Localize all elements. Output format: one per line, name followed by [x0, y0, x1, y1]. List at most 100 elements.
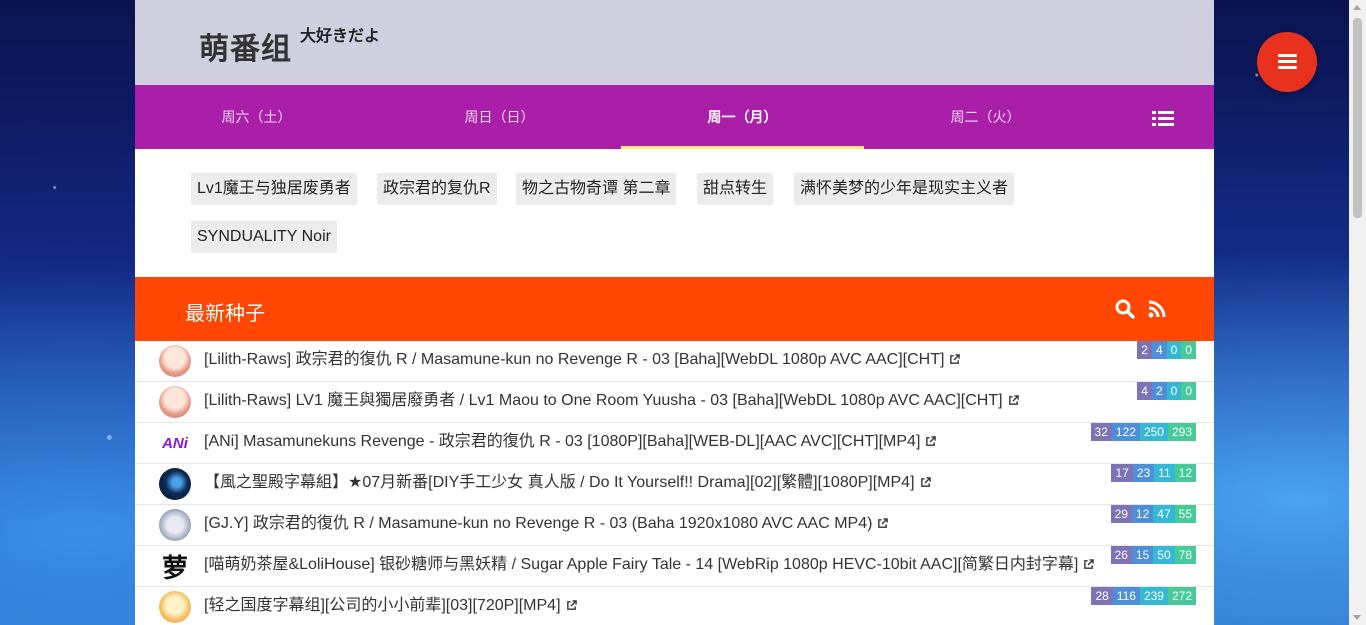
weekday-tabs: 周六（土） 周日（日） 周一（月） 周二（火）: [135, 85, 1214, 149]
stat-badge: 55: [1174, 505, 1196, 523]
tab-saturday[interactable]: 周六（土）: [135, 85, 378, 149]
stat-badge: 17: [1111, 464, 1133, 482]
torrent-title[interactable]: [喵萌奶茶屋&LoliHouse] 银砂糖师与黑妖精 / Sugar Apple…: [204, 556, 1078, 573]
torrent-section-title: 最新种子: [185, 303, 265, 325]
torrent-title[interactable]: [ANi] Masamunekuns Revenge - 政宗君的復仇 R - …: [204, 433, 920, 450]
list-view-icon[interactable]: [1152, 109, 1174, 127]
stat-badge: 28: [1091, 587, 1113, 605]
publisher-avatar[interactable]: [159, 468, 191, 500]
torrent-title[interactable]: [Lilith-Raws] 政宗君的復仇 R / Masamune-kun no…: [204, 351, 944, 368]
search-icon[interactable]: [1115, 299, 1135, 319]
stat-badge: 15: [1131, 546, 1154, 564]
torrent-stats: 4 2 0 0: [1137, 382, 1196, 400]
torrent-stats: 17 23 11 12: [1111, 464, 1196, 482]
external-link-icon: [878, 518, 889, 528]
torrent-link[interactable]: [Lilith-Raws] 政宗君的復仇 R / Masamune-kun no…: [204, 341, 961, 379]
anime-tag[interactable]: 满怀美梦的少年是现实主义者: [794, 173, 1015, 205]
menu-icon-bar: [1278, 66, 1297, 69]
stat-badge: 32: [1090, 423, 1112, 441]
torrent-link[interactable]: [Lilith-Raws] LV1 魔王與獨居廢勇者 / Lv1 Maou to…: [204, 382, 1019, 420]
external-link-icon: [1084, 559, 1095, 569]
stat-badge: 0: [1181, 341, 1196, 359]
external-link-icon: [566, 600, 577, 610]
torrent-stats: 32 122 250 293: [1090, 423, 1196, 441]
main-container: 萌番组 大好きだよ 周六（土） 周日（日） 周一（月） 周二（火） Lv1魔王与…: [135, 0, 1214, 625]
stat-badge: 2: [1137, 341, 1152, 359]
torrent-title[interactable]: [轻之国度字幕组][公司的小小前辈][03][720P][MP4]: [204, 597, 561, 614]
page-scrollbar[interactable]: [1349, 0, 1366, 625]
torrent-stats: 2 4 0 0: [1137, 341, 1196, 359]
stat-badge: 250: [1139, 423, 1168, 441]
external-link-icon: [920, 477, 931, 487]
publisher-avatar[interactable]: 萝: [159, 550, 191, 582]
stat-badge: 26: [1110, 546, 1132, 564]
anime-tag[interactable]: SYNDUALITY Noir: [191, 221, 337, 253]
torrent-row: [轻之国度字幕组][公司的小小前辈][03][720P][MP4] 28 116…: [135, 587, 1214, 625]
torrent-stats: 29 12 47 55: [1110, 505, 1196, 523]
stat-badge: 50: [1153, 546, 1175, 564]
torrent-title[interactable]: [Lilith-Raws] LV1 魔王與獨居廢勇者 / Lv1 Maou to…: [204, 392, 1003, 409]
scrollbar-thumb[interactable]: [1353, 18, 1362, 218]
publisher-avatar[interactable]: ANi: [159, 427, 191, 459]
stat-badge: 12: [1174, 464, 1196, 482]
stat-badge: 239: [1139, 587, 1168, 605]
scroll-down-arrow[interactable]: [1353, 615, 1361, 620]
site-logo-subtitle: 大好きだよ: [300, 28, 381, 45]
torrent-row: 【風之聖殿字幕組】★07月新番[DIY手工少女 真人版 / Do It Your…: [135, 464, 1214, 505]
anime-tag[interactable]: 物之古物奇谭 第二章: [516, 173, 677, 205]
site-logo[interactable]: 萌番组: [199, 24, 292, 68]
torrent-link[interactable]: [ANi] Masamunekuns Revenge - 政宗君的復仇 R - …: [204, 423, 937, 461]
stat-badge: 11: [1154, 464, 1175, 482]
torrent-list: [Lilith-Raws] 政宗君的復仇 R / Masamune-kun no…: [135, 341, 1214, 625]
tab-tuesday[interactable]: 周二（火）: [864, 85, 1107, 149]
stat-badge: 0: [1181, 382, 1196, 400]
torrent-link[interactable]: [GJ.Y] 政宗君的復仇 R / Masamune-kun no Reveng…: [204, 505, 889, 543]
torrent-row: [Lilith-Raws] 政宗君的復仇 R / Masamune-kun no…: [135, 341, 1214, 382]
stat-badge: 0: [1166, 382, 1182, 400]
torrent-link[interactable]: 【風之聖殿字幕組】★07月新番[DIY手工少女 真人版 / Do It Your…: [204, 464, 931, 502]
anime-tag[interactable]: 甜点转生: [697, 173, 774, 205]
stat-badge: 23: [1132, 464, 1155, 482]
stat-badge: 293: [1167, 423, 1196, 441]
meng-logo-text: 萝: [161, 552, 188, 583]
stat-badge: 272: [1167, 587, 1196, 605]
site-header: 萌番组 大好きだよ: [135, 0, 1214, 85]
torrent-section-header: 最新种子: [135, 277, 1214, 341]
external-link-icon: [950, 354, 961, 364]
stat-badge: 4: [1151, 341, 1167, 359]
publisher-avatar[interactable]: [159, 591, 191, 623]
torrent-link[interactable]: [轻之国度字幕组][公司的小小前辈][03][720P][MP4]: [204, 587, 577, 625]
torrent-row: [Lilith-Raws] LV1 魔王與獨居廢勇者 / Lv1 Maou to…: [135, 382, 1214, 423]
torrent-row: ANi [ANi] Masamunekuns Revenge - 政宗君的復仇 …: [135, 423, 1214, 464]
torrent-link[interactable]: [喵萌奶茶屋&LoliHouse] 银砂糖师与黑妖精 / Sugar Apple…: [204, 546, 1095, 584]
scroll-up-arrow[interactable]: [1353, 5, 1361, 10]
stat-badge: 78: [1174, 546, 1196, 564]
rss-icon[interactable]: [1147, 299, 1167, 319]
torrent-title[interactable]: [GJ.Y] 政宗君的復仇 R / Masamune-kun no Reveng…: [204, 515, 872, 532]
external-link-icon: [1008, 395, 1019, 405]
torrent-stats: 26 15 50 78: [1110, 546, 1196, 564]
stat-badge: 29: [1110, 505, 1132, 523]
publisher-avatar[interactable]: [159, 345, 191, 377]
ani-logo-text: ANi: [162, 434, 188, 452]
stat-badge: 2: [1151, 382, 1167, 400]
anime-tag[interactable]: Lv1魔王与独居废勇者: [191, 173, 357, 205]
anime-tag-list: Lv1魔王与独居废勇者 政宗君的复仇R 物之古物奇谭 第二章 甜点转生 满怀美梦…: [135, 149, 1214, 277]
menu-icon: [1278, 54, 1297, 57]
tab-sunday[interactable]: 周日（日）: [378, 85, 621, 149]
torrent-title[interactable]: 【風之聖殿字幕組】★07月新番[DIY手工少女 真人版 / Do It Your…: [204, 474, 915, 491]
anime-tag[interactable]: 政宗君的复仇R: [377, 173, 497, 205]
torrent-row: [GJ.Y] 政宗君的復仇 R / Masamune-kun no Reveng…: [135, 505, 1214, 546]
stat-badge: 116: [1112, 587, 1140, 605]
stat-badge: 47: [1153, 505, 1175, 523]
stat-badge: 12: [1131, 505, 1154, 523]
publisher-avatar[interactable]: [159, 509, 191, 541]
tab-monday[interactable]: 周一（月）: [621, 85, 864, 149]
menu-fab-button[interactable]: [1257, 32, 1317, 92]
menu-icon-bar: [1278, 60, 1297, 63]
publisher-avatar[interactable]: [159, 386, 191, 418]
stat-badge: 0: [1166, 341, 1182, 359]
stat-badge: 4: [1137, 382, 1152, 400]
stat-badge: 122: [1111, 423, 1140, 441]
external-link-icon: [926, 436, 937, 446]
